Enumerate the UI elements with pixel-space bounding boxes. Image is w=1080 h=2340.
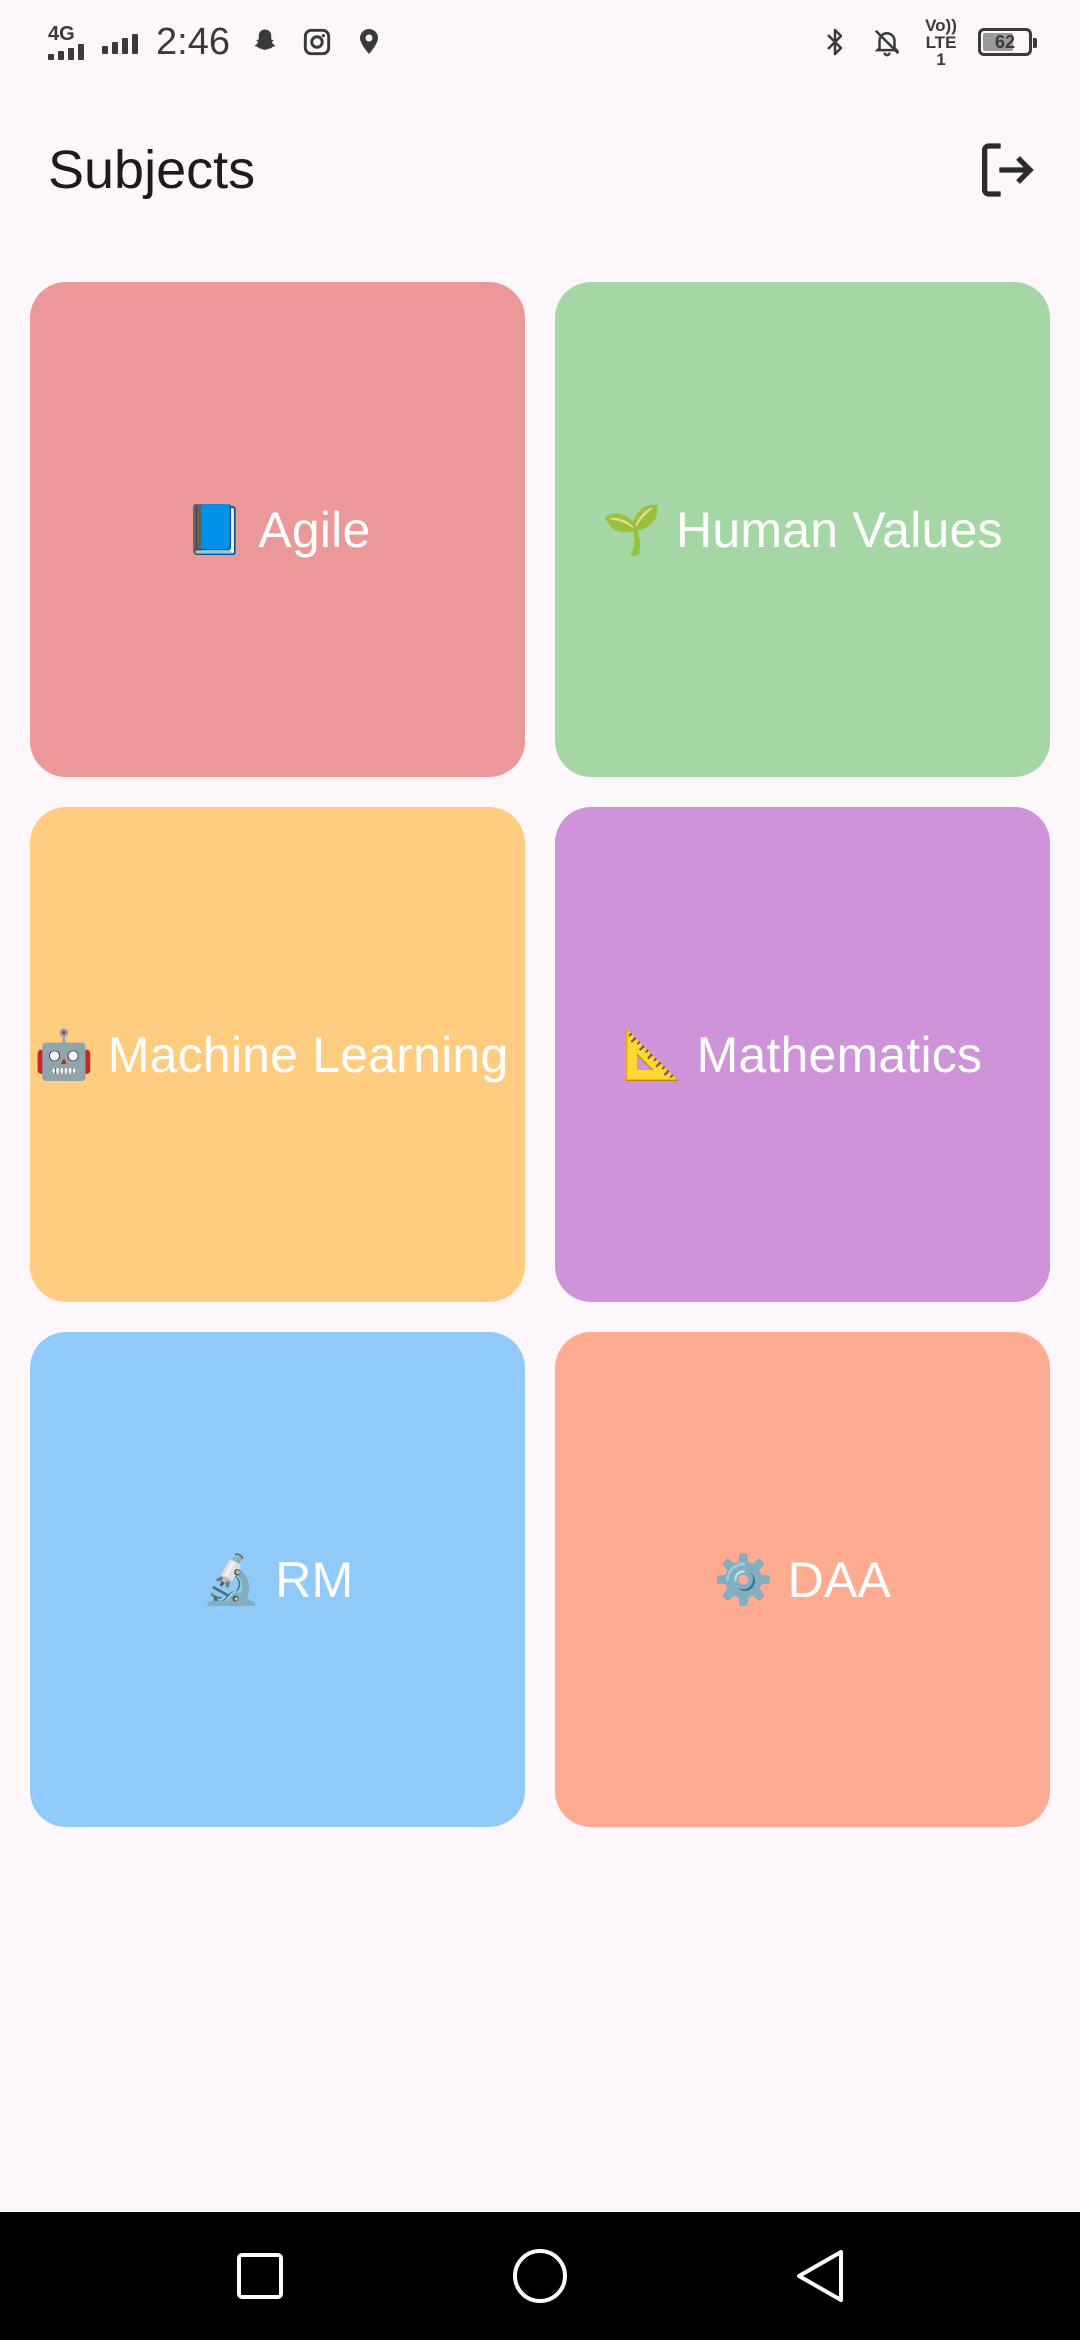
- bell-off-icon: [870, 25, 904, 59]
- instagram-icon: [300, 25, 334, 59]
- status-bar-left: 4G 2:46: [48, 21, 386, 64]
- status-bar-right: Vo)) LTE1 62: [818, 15, 1037, 69]
- subject-card-rm[interactable]: 🔬 RM: [30, 1332, 525, 1827]
- subject-card-agile[interactable]: 📘 Agile: [30, 282, 525, 777]
- location-icon: [352, 25, 386, 59]
- back-button[interactable]: [775, 2231, 865, 2321]
- snapchat-icon: [248, 25, 282, 59]
- app-bar: Subjects: [0, 120, 1080, 220]
- gear-icon: ⚙️: [713, 1552, 774, 1608]
- subjects-grid: 📘 Agile 🌱 Human Values 🤖 Machine Learnin…: [30, 282, 1050, 1827]
- seedling-icon: 🌱: [602, 502, 663, 558]
- bluetooth-icon: [818, 25, 852, 59]
- logout-button[interactable]: [966, 130, 1046, 210]
- subject-label: DAA: [787, 1551, 892, 1608]
- status-time: 2:46: [156, 20, 230, 63]
- subject-label: Agile: [258, 501, 371, 558]
- back-icon: [797, 2250, 843, 2302]
- system-nav-bar: [0, 2212, 1080, 2340]
- subject-card-mathematics[interactable]: 📐 Mathematics: [555, 807, 1050, 1302]
- signal-bars-icon: [102, 30, 138, 54]
- microscope-icon: 🔬: [201, 1552, 262, 1608]
- logout-icon: [982, 143, 1034, 197]
- book-icon: 📘: [184, 502, 245, 558]
- subject-card-machine-learning[interactable]: 🤖 Machine Learning: [30, 807, 525, 1302]
- home-icon: [513, 2249, 567, 2303]
- network-type: 4G: [48, 23, 75, 45]
- subject-label: Human Values: [676, 501, 1003, 558]
- subject-card-human-values[interactable]: 🌱 Human Values: [555, 282, 1050, 777]
- battery-level: 62: [994, 31, 1016, 52]
- page-title: Subjects: [48, 140, 256, 200]
- subject-label: Mathematics: [696, 1026, 983, 1083]
- recents-button[interactable]: [215, 2231, 305, 2321]
- recents-icon: [237, 2253, 283, 2299]
- status-bar: 4G 2:46 Vo)) LTE1 62: [0, 0, 1080, 84]
- volte-icon: Vo)) LTE1: [925, 15, 957, 69]
- signal-icon: 4G: [48, 24, 84, 60]
- subject-label: Machine Learning: [107, 1026, 509, 1083]
- robot-icon: 🤖: [34, 1027, 94, 1083]
- triangle-ruler-icon: 📐: [622, 1027, 683, 1083]
- home-button[interactable]: [495, 2231, 585, 2321]
- subject-card-daa[interactable]: ⚙️ DAA: [555, 1332, 1050, 1827]
- subject-label: RM: [275, 1551, 354, 1608]
- battery-icon: 62: [978, 28, 1037, 56]
